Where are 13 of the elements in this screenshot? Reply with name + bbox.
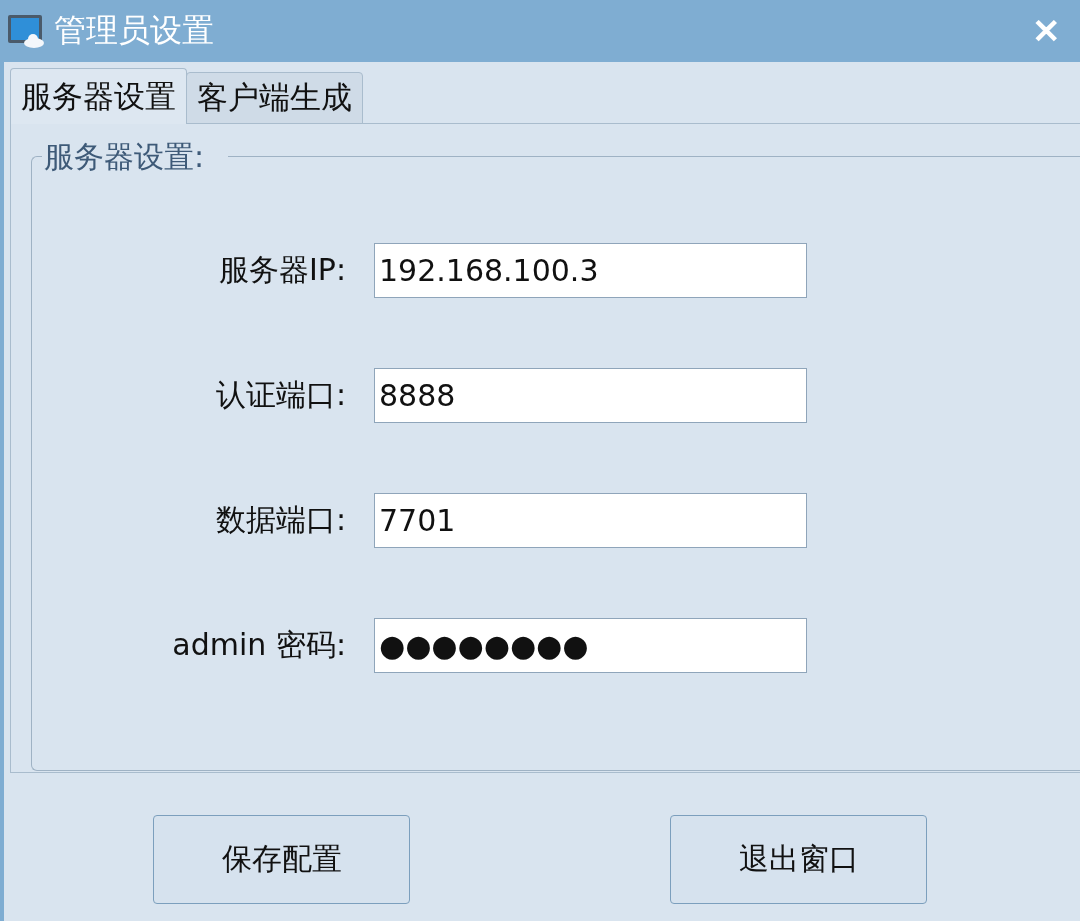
window-title: 管理员设置	[54, 10, 215, 51]
input-field[interactable]: ●●●●●●●●	[374, 618, 807, 673]
dialog-button[interactable]: 退出窗口	[670, 815, 927, 904]
tab[interactable]: 客户端生成	[186, 72, 363, 124]
input-field[interactable]: 192.168.100.3	[374, 243, 807, 298]
tab[interactable]: 服务器设置	[10, 68, 187, 124]
field-label: 服务器IP:	[217, 251, 347, 289]
field-label: admin 密码:	[171, 626, 347, 664]
field-label: 认证端口:	[214, 376, 347, 414]
field-label: 数据端口:	[214, 501, 347, 539]
dialog-button[interactable]: 保存配置	[153, 815, 410, 904]
input-field[interactable]: 8888	[374, 368, 807, 423]
input-field[interactable]: 7701	[374, 493, 807, 548]
